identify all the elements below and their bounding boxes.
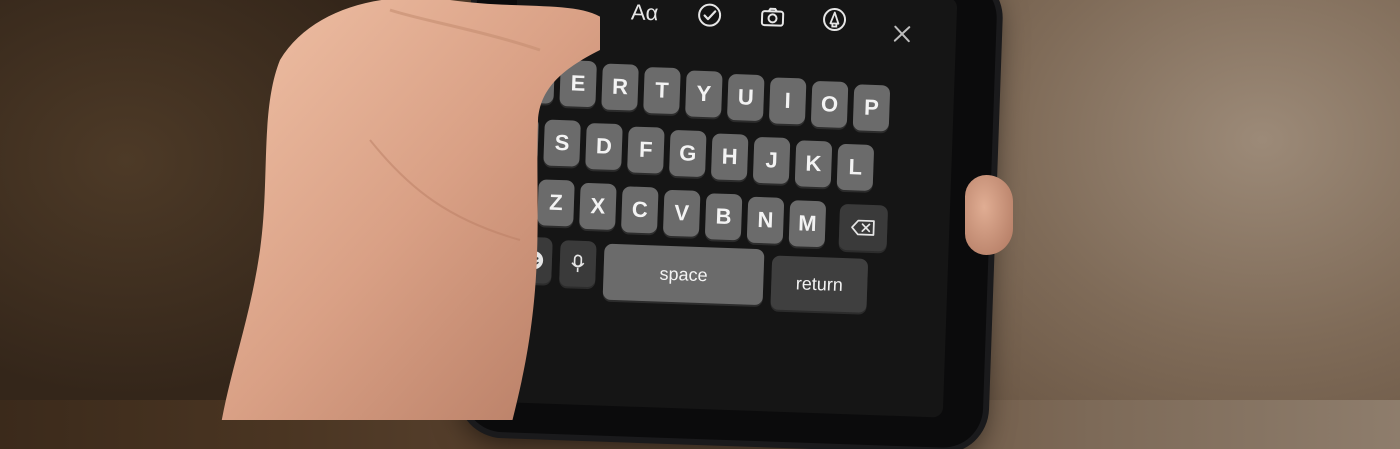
background-left <box>0 0 420 400</box>
key-c[interactable]: C <box>620 186 659 234</box>
key-w[interactable]: W <box>517 56 556 104</box>
shift-key[interactable] <box>502 175 521 223</box>
key-t[interactable]: T <box>643 66 681 115</box>
key-j[interactable]: J <box>752 136 791 185</box>
camera-icon[interactable] <box>754 0 791 36</box>
key-e[interactable]: E <box>559 60 597 108</box>
backspace-icon <box>851 219 875 236</box>
markup-icon[interactable] <box>816 1 853 38</box>
key-s[interactable]: S <box>543 119 581 167</box>
key-g[interactable]: G <box>668 129 707 178</box>
key-x[interactable]: X <box>579 182 617 231</box>
microphone-icon <box>571 254 585 273</box>
emoji-icon <box>524 251 544 270</box>
key-v[interactable]: V <box>662 189 701 237</box>
emoji-key[interactable] <box>515 236 553 284</box>
key-m[interactable]: M <box>788 200 827 248</box>
notes-toolbar: Aα <box>516 0 958 54</box>
key-l[interactable]: L <box>836 143 875 191</box>
return-key[interactable]: return <box>770 255 869 313</box>
finger-right <box>965 175 1013 255</box>
key-k[interactable]: K <box>794 140 833 188</box>
phone: Aα W E R T Y U I O P A S D F G H J K L Z… <box>461 0 999 449</box>
microphone-key[interactable] <box>559 240 597 288</box>
key-i[interactable]: I <box>768 77 807 125</box>
key-a[interactable]: A <box>502 116 539 164</box>
key-b[interactable]: B <box>704 193 743 241</box>
key-o[interactable]: O <box>810 80 849 129</box>
key-y[interactable]: Y <box>685 70 723 118</box>
phone-screen: Aα W E R T Y U I O P A S D F G H J K L Z… <box>502 0 958 418</box>
key-z[interactable]: Z <box>537 179 575 227</box>
key-r[interactable]: R <box>601 63 639 111</box>
key-d[interactable]: D <box>585 122 623 171</box>
key-f[interactable]: F <box>627 126 665 174</box>
key-h[interactable]: H <box>710 133 749 181</box>
key-u[interactable]: U <box>726 73 765 122</box>
key-p[interactable]: P <box>852 84 891 132</box>
space-key[interactable]: space <box>602 243 765 306</box>
close-icon[interactable] <box>883 15 920 52</box>
key-n[interactable]: N <box>746 196 785 244</box>
photo-scene: Aα W E R T Y U I O P A S D F G H J K L Z… <box>0 0 1400 449</box>
format-button[interactable]: Aα <box>626 0 663 32</box>
keyboard: W E R T Y U I O P A S D F G H J K L Z X … <box>502 50 955 365</box>
checklist-icon[interactable] <box>691 0 728 34</box>
delete-key[interactable] <box>838 203 889 252</box>
